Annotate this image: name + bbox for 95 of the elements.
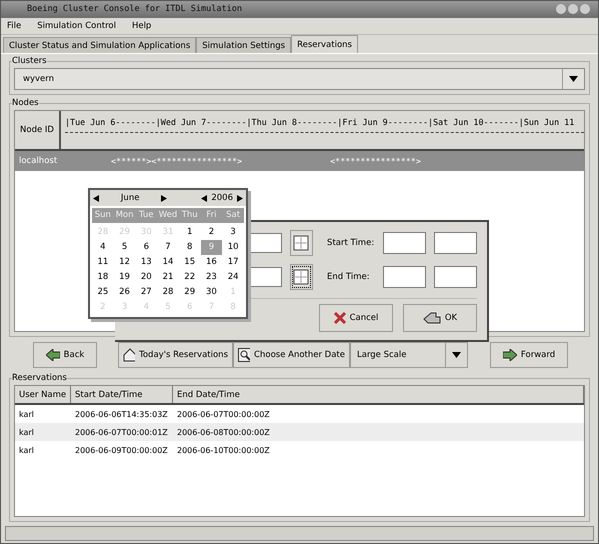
start-time-label: Start Time: (327, 238, 376, 248)
next-month-icon[interactable] (161, 194, 168, 202)
column-header[interactable]: End Date/Time (173, 386, 584, 404)
calendar-day[interactable]: 4 (92, 240, 114, 256)
calendar-day[interactable]: 17 (222, 255, 244, 270)
calendar-day[interactable]: 22 (178, 270, 201, 286)
table-cell-text: 2006-06-09T00:00:00Z (74, 446, 169, 455)
left-arrow-icon (46, 349, 60, 362)
calendar-day[interactable]: 26 (114, 285, 136, 300)
calendar-day[interactable]: 27 (135, 285, 158, 300)
todays-reservations-button[interactable]: Today's Reservations (118, 342, 233, 368)
calendar-day[interactable]: 5 (114, 240, 136, 256)
cross-icon (334, 312, 346, 324)
end-time-label: End Time: (327, 272, 371, 282)
calendar-day[interactable]: 11 (92, 255, 114, 270)
end-minute-field[interactable] (434, 266, 478, 288)
end-date-button[interactable] (290, 264, 314, 290)
month-label: June (120, 193, 140, 204)
table-cell-text: karl (18, 410, 35, 419)
reservation-label: <****************> (330, 156, 421, 166)
node-name: localhost (19, 156, 58, 166)
calendar-day[interactable]: 20 (135, 270, 158, 286)
table-cell-text: 2006-06-10T00:00:00Z (176, 446, 270, 455)
calendar-day[interactable]: 7 (157, 240, 179, 256)
timeline-header: |Tue Jun 6--------|Wed Jun 7--------|Thu Jun 8--------|Fri Jun 9--------|Sat Jun 10-------|Sun Jun 11 (65, 117, 584, 134)
table-cell-text: 2006-06-08T00:00:00Z (176, 428, 270, 437)
group-label: Clusters (12, 56, 47, 66)
calendar-day[interactable]: 24 (222, 270, 244, 286)
table-cell-text: karl (18, 446, 35, 455)
calendar-day[interactable]: 6 (135, 240, 158, 256)
calendar-day[interactable]: 25 (92, 285, 114, 300)
cancel-button[interactable]: Cancel (319, 304, 393, 332)
ok-button[interactable]: OK (403, 304, 477, 332)
calendar-grid-icon (293, 235, 310, 252)
calendar-day[interactable]: 15 (178, 255, 201, 270)
calendar-day[interactable]: 12 (114, 255, 136, 270)
calendar-day[interactable]: 21 (157, 270, 179, 286)
menu-item[interactable]: Simulation Control (37, 20, 116, 31)
previous-month-icon[interactable] (93, 194, 99, 202)
scale-dropdown[interactable]: Large Scale (350, 342, 468, 368)
forward-button[interactable]: Forward (490, 342, 568, 368)
calendar-grid-icon (293, 269, 310, 286)
group-label: Nodes (12, 98, 39, 108)
calendar-day[interactable]: 8 (178, 240, 201, 256)
end-hour-field[interactable] (383, 266, 426, 288)
calendar-day[interactable]: 13 (135, 255, 158, 270)
table-cell-text: karl (18, 428, 35, 437)
tab[interactable]: Cluster Status and Simulation Applications (3, 37, 196, 54)
calendar-day[interactable]: 30 (200, 285, 222, 300)
calendar-day[interactable]: 14 (157, 255, 179, 270)
weekday-header: Wed (157, 208, 179, 224)
window-controls-icon[interactable] (556, 3, 590, 16)
column-header[interactable]: Start Date/Time (71, 386, 173, 404)
weekday-header: Thu (178, 208, 201, 224)
dropdown-arrow-icon (569, 76, 578, 82)
calendar-day[interactable]: 2 (200, 225, 222, 240)
table-cell-text: 2006-06-07T00:00:01Z (74, 428, 169, 437)
weekday-header: Sat (222, 208, 244, 224)
tab[interactable]: Simulation Settings (196, 37, 292, 54)
group-label: Reservations (12, 373, 67, 384)
start-minute-field[interactable] (434, 232, 478, 254)
cluster-dropdown[interactable]: wyvern (14, 68, 585, 90)
dropdown-arrow-icon (452, 352, 461, 358)
weekday-header: Sun (92, 208, 114, 224)
back-button[interactable]: Back (33, 342, 97, 368)
house-icon (123, 348, 136, 362)
calendar-day[interactable]: 18 (92, 270, 114, 286)
calendar-day[interactable]: 1 (178, 225, 201, 240)
weekday-header: Tue (135, 208, 158, 224)
column-header: Node ID (15, 111, 61, 150)
calendar-day[interactable]: 28 (157, 285, 179, 300)
table-cell-text: 2006-06-06T14:35:03Z (74, 410, 169, 419)
calendar-day[interactable]: 19 (114, 270, 136, 286)
start-hour-field[interactable] (383, 232, 426, 254)
calendar-day[interactable]: 23 (200, 270, 222, 286)
weekday-header: Mon (114, 208, 136, 224)
window-title: Boeing Cluster Console for ITDL Simulation (27, 4, 243, 14)
choose-date-button[interactable]: Choose Another Date (233, 342, 350, 368)
next-year-icon[interactable] (237, 194, 243, 202)
weekday-header: Fri (200, 208, 222, 224)
column-header[interactable]: User Name (15, 386, 71, 404)
calendar-day[interactable]: 29 (178, 285, 201, 300)
reservation-label: <******><****************> (111, 156, 242, 166)
start-date-button[interactable] (290, 230, 314, 256)
menu-item[interactable]: File (7, 20, 22, 31)
calendar-day[interactable]: 3 (222, 225, 244, 240)
table-cell-text: 2006-06-07T00:00:00Z (176, 410, 270, 419)
tab[interactable]: Reservations (291, 35, 358, 54)
previous-year-icon[interactable] (201, 194, 208, 202)
year-label: 2006 (210, 193, 234, 204)
magnifier-icon (238, 348, 250, 362)
calendar-day[interactable]: 16 (200, 255, 222, 270)
menu-item[interactable]: Help (132, 20, 152, 31)
right-arrow-icon (502, 349, 517, 362)
calendar-day[interactable]: 10 (222, 240, 244, 256)
